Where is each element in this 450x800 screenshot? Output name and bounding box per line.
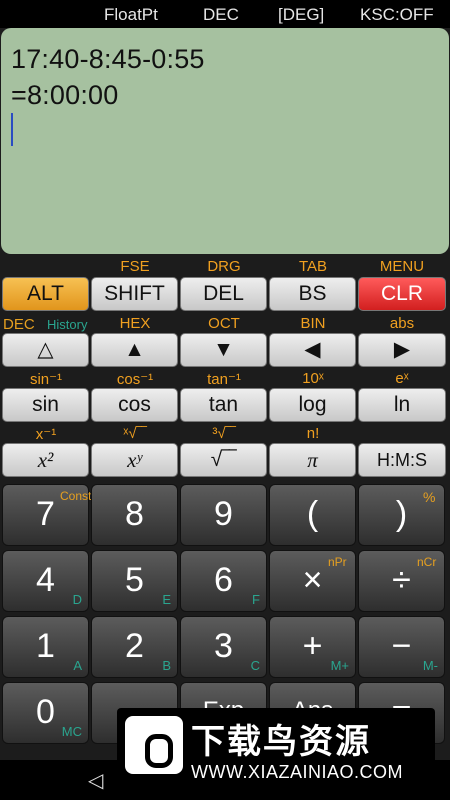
arrow-down-icon: ▼ [213,338,234,361]
digit-1-button[interactable]: 1A [2,616,89,678]
history-label: History [47,317,88,332]
watermark-banner: 下载鸟资源 WWW.XIAZAINIAO.COM [117,708,435,793]
arctan-label: tan⁻¹ [207,371,241,388]
watermark-url: WWW.XIAZAINIAO.COM [191,762,403,782]
sin-button[interactable]: sin [2,388,89,422]
clear-button[interactable]: CLR [358,277,446,311]
hms-button[interactable]: H:M:S [358,443,446,477]
down-arrow-button[interactable]: ▼ [180,333,267,367]
result-line: =8:00:00 [11,80,119,110]
right-arrow-button[interactable]: ▶ [358,333,446,367]
arcsin-label: sin⁻¹ [29,371,63,388]
arrow-up-icon: ▲ [124,338,145,361]
history-up-button[interactable]: △ [2,333,89,367]
multiply-button[interactable]: × nPr [269,550,356,612]
expression-line: 17:40-8:45-0:55 [11,44,205,74]
fse-label: FSE [120,258,150,275]
drg-label: DRG [207,258,241,275]
float-mode-indicator: FloatPt [104,5,158,24]
digit-6-button[interactable]: 6F [180,550,267,612]
cuberoot-label: ³√‾‾ [212,425,236,442]
arrow-right-icon: ▶ [393,338,411,361]
digit-4-button[interactable]: 4D [2,550,89,612]
triangle-outline-up-icon: △ [37,338,54,361]
sqrt-icon: √‾‾ [210,448,237,471]
base-indicator: DEC [203,5,239,24]
tab-label: TAB [298,258,328,275]
ksc-indicator: KSC:OFF [360,5,434,24]
cos-button[interactable]: cos [91,388,178,422]
watermark-title: 下载鸟资源 [191,723,371,761]
menu-label: MENU [379,258,425,275]
delete-button[interactable]: DEL [180,277,267,311]
power-button[interactable]: xʸ [91,443,178,477]
digit-2-button[interactable]: 2B [91,616,178,678]
open-paren-button[interactable]: ( [269,484,356,546]
status-bar: FloatPt DEC [DEG] KSC:OFF [0,0,450,28]
backspace-button[interactable]: BS [269,277,356,311]
ln-button[interactable]: ln [358,388,446,422]
back-icon[interactable]: ◁ [88,768,103,793]
oct-label: OCT [208,315,240,332]
digit-3-button[interactable]: 3C [180,616,267,678]
digit-7-button[interactable]: 7 Const [2,484,91,546]
sqrt-button[interactable]: √‾‾ [180,443,267,477]
digit-0-button[interactable]: 0 MC [2,682,89,744]
abs-label: abs [389,315,415,332]
shift-button[interactable]: SHIFT [91,277,178,311]
square-button[interactable]: x² [2,443,89,477]
up-arrow-button[interactable]: ▲ [91,333,178,367]
factorial-label: n! [306,425,320,442]
pi-button[interactable]: π [269,443,356,477]
text-cursor [11,113,13,146]
angle-mode-indicator: [DEG] [278,5,325,24]
bird-logo-icon [125,716,183,774]
calculator-display[interactable]: 17:40-8:45-0:55 =8:00:00 [1,28,449,254]
digit-9-button[interactable]: 9 [180,484,267,546]
plus-button[interactable]: + M+ [269,616,356,678]
exp-label: eˣ [395,370,409,387]
reciprocal-label: x⁻¹ [35,426,57,443]
arrow-left-icon: ◀ [304,338,321,361]
minus-button[interactable]: − M- [358,616,445,678]
hex-label: HEX [119,315,151,332]
arccos-label: cos⁻¹ [116,371,154,388]
left-arrow-button[interactable]: ◀ [269,333,356,367]
divide-button[interactable]: ÷ nCr [358,550,445,612]
digit-8-button[interactable]: 8 [91,484,178,546]
log-button[interactable]: log [269,388,356,422]
digit-5-button[interactable]: 5E [91,550,178,612]
xroot-label: ˣ√‾‾ [123,425,147,442]
bin-label: BIN [300,315,326,332]
alt-button[interactable]: ALT [2,277,89,311]
tan-button[interactable]: tan [180,388,267,422]
pow10-label: 10ˣ [302,370,324,387]
dec-label: DEC [3,316,35,333]
close-paren-button[interactable]: )% [358,484,445,546]
